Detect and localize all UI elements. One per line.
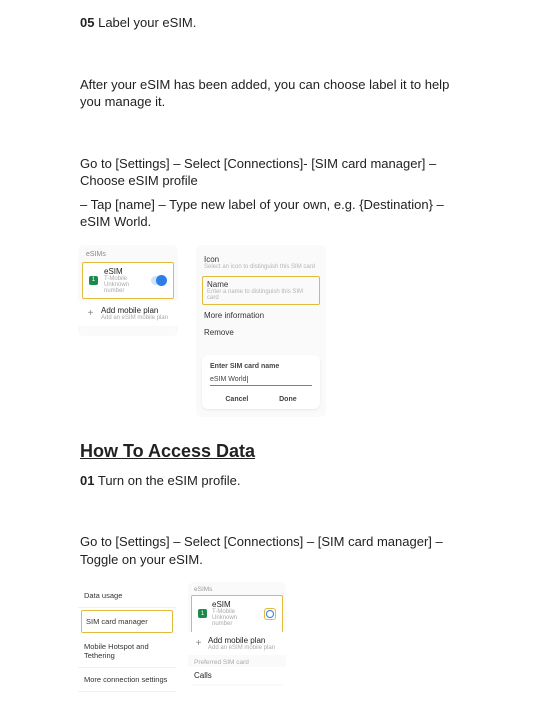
- esim-sub2-2: Unknown number: [212, 615, 259, 627]
- name-setting-title: Name: [207, 280, 315, 289]
- step-05-title: Label your eSIM.: [98, 15, 196, 30]
- add-plan-sub: Add an eSIM mobile plan: [101, 315, 170, 321]
- panel-sim-manager-right: eSIMs 1 eSIM T-Mobile Unknown number + A…: [188, 582, 286, 686]
- name-setting-row[interactable]: Name Enter a name to distinguish this SI…: [202, 276, 320, 305]
- connections-data-usage[interactable]: Data usage: [78, 584, 176, 608]
- add-mobile-plan-row[interactable]: + Add mobile plan Add an eSIM mobile pla…: [78, 301, 178, 326]
- modal-title: Enter SIM card name: [210, 363, 312, 370]
- esim-toggle-highlighted[interactable]: [264, 608, 276, 620]
- step-01-title: Turn on the eSIM profile.: [98, 473, 241, 488]
- add-plan-label-block: Add mobile plan Add an eSIM mobile plan: [101, 306, 170, 321]
- step-05-num: 05: [80, 15, 94, 30]
- esim-row-2[interactable]: 1 eSIM T-Mobile Unknown number: [191, 595, 283, 632]
- remove-row[interactable]: Remove: [202, 324, 320, 341]
- calls-row[interactable]: Calls: [188, 667, 286, 684]
- modal-cancel-button[interactable]: Cancel: [225, 396, 248, 403]
- sim-badge-2: 1: [198, 609, 207, 618]
- step-05-heading: 05 Label your eSIM.: [80, 14, 469, 32]
- connections-hotspot[interactable]: Mobile Hotspot and Tethering: [78, 635, 176, 668]
- esim-label-block-2: eSIM T-Mobile Unknown number: [212, 600, 259, 627]
- esims-heading: eSIMs: [78, 251, 178, 260]
- esim-title-2: eSIM: [212, 600, 259, 609]
- add-plan-title-2: Add mobile plan: [208, 636, 280, 645]
- esim-sub2: Unknown number: [104, 282, 145, 294]
- remove-label: Remove: [204, 328, 318, 337]
- panel-connections: Data usage SIM card manager Mobile Hotsp…: [78, 582, 176, 694]
- preferred-sim-heading: Preferred SIM card: [188, 655, 286, 667]
- more-info-label: More information: [204, 311, 318, 320]
- step-01-num: 01: [80, 473, 94, 488]
- connections-sim-manager[interactable]: SIM card manager: [81, 610, 173, 633]
- add-plan-sub-2: Add an eSIM mobile plan: [208, 645, 280, 651]
- plus-icon-2: +: [194, 638, 203, 649]
- figure-label-esim: eSIMs 1 eSIM T-Mobile Unknown number + A…: [78, 245, 469, 417]
- plus-icon: +: [86, 308, 95, 319]
- esim-title: eSIM: [104, 267, 145, 276]
- name-setting-sub: Enter a name to distinguish this SIM car…: [207, 289, 315, 301]
- more-info-row[interactable]: More information: [202, 307, 320, 324]
- modal-input-value: eSIM World: [210, 376, 248, 383]
- figure-access-data: Data usage SIM card manager Mobile Hotsp…: [78, 582, 469, 694]
- toggle-knob-icon: [266, 610, 274, 618]
- esim-label-block: eSIM T-Mobile Unknown number: [104, 267, 145, 294]
- esims-heading-2: eSIMs: [188, 584, 286, 595]
- sim-badge: 1: [89, 276, 98, 285]
- section-access-data: How To Access Data: [80, 441, 469, 462]
- calls-label: Calls: [194, 671, 280, 680]
- modal-input[interactable]: eSIM World: [210, 376, 312, 386]
- icon-setting-row[interactable]: Icon Select an icon to distinguish this …: [202, 251, 320, 274]
- para-after-added: After your eSIM has been added, you can …: [80, 76, 469, 111]
- add-plan-title: Add mobile plan: [101, 306, 170, 315]
- icon-setting-title: Icon: [204, 255, 318, 264]
- para-goto-2: Go to [Settings] – Select [Connections] …: [80, 533, 469, 568]
- icon-setting-sub: Select an icon to distinguish this SIM c…: [204, 264, 318, 270]
- panel-sim-manager-left: eSIMs 1 eSIM T-Mobile Unknown number + A…: [78, 245, 178, 336]
- para-goto-1: Go to [Settings] – Select [Connections]-…: [80, 155, 469, 190]
- add-plan-label-block-2: Add mobile plan Add an eSIM mobile plan: [208, 636, 280, 651]
- para-tap-name: – Tap [name] – Type new label of your ow…: [80, 196, 469, 231]
- rename-modal: Enter SIM card name eSIM World Cancel Do…: [202, 355, 320, 409]
- step-01-heading: 01 Turn on the eSIM profile.: [80, 472, 469, 490]
- add-mobile-plan-row-2[interactable]: + Add mobile plan Add an eSIM mobile pla…: [188, 632, 286, 655]
- esim-toggle[interactable]: [151, 276, 167, 285]
- connections-more[interactable]: More connection settings: [78, 668, 176, 692]
- modal-done-button[interactable]: Done: [279, 396, 297, 403]
- panel-sim-detail-right: Icon Select an icon to distinguish this …: [196, 245, 326, 417]
- esim-row[interactable]: 1 eSIM T-Mobile Unknown number: [82, 262, 174, 299]
